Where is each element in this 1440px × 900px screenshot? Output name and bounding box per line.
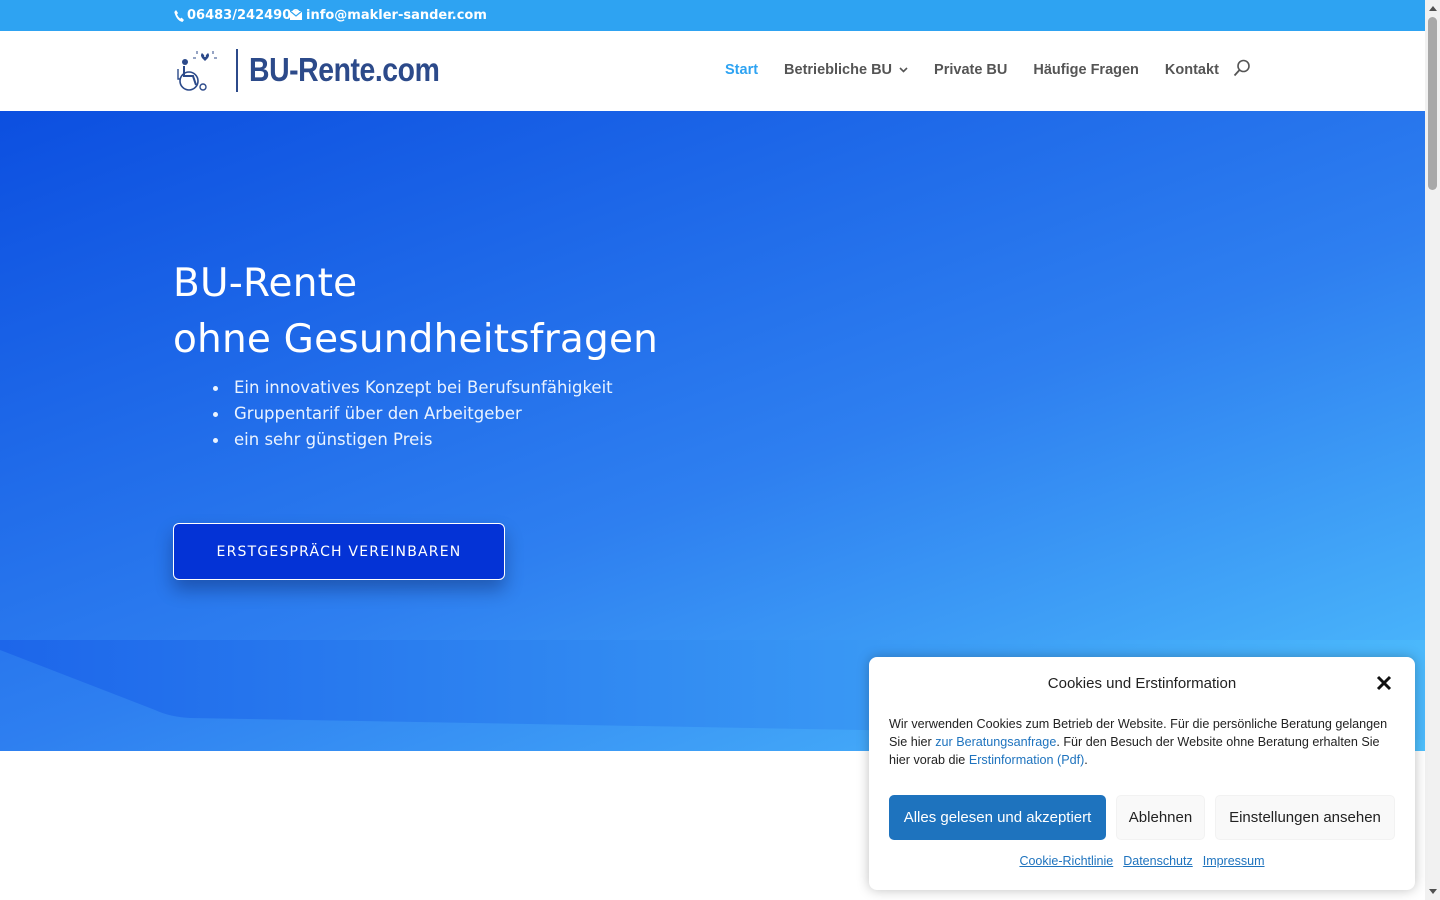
search-button[interactable] — [1233, 59, 1251, 81]
cta-button[interactable]: ERSTGESPRÄCH VEREINBAREN — [173, 523, 505, 580]
scroll-up-arrow-icon[interactable] — [1429, 6, 1437, 11]
phone-number: 06483/2424900 — [187, 8, 301, 23]
scrollbar-thumb[interactable] — [1428, 17, 1437, 190]
top-bar: 06483/2424900 info@makler-sander.com — [0, 0, 1425, 31]
close-button[interactable] — [1376, 675, 1392, 696]
phone-icon — [174, 9, 184, 22]
cookie-dialog-title: Cookies und Erstinformation — [1047, 675, 1237, 692]
hero-title: BU-Rente ohne Gesundheitsfragen — [173, 256, 658, 368]
wheelchair-heart-icon — [177, 51, 217, 91]
email-address: info@makler-sander.com — [306, 8, 487, 23]
nav-item-betriebliche-bu[interactable]: Betriebliche BU — [784, 62, 908, 78]
nav-item-label: Start — [725, 62, 759, 78]
scroll-down-arrow-icon[interactable] — [1429, 889, 1437, 894]
search-icon — [1233, 59, 1250, 77]
site-logo[interactable]: BU-Rente.com — [175, 49, 460, 93]
envelope-icon — [290, 11, 302, 20]
logo-divider — [236, 49, 238, 92]
nav-item-label: Kontakt — [1164, 62, 1219, 78]
email-link[interactable]: info@makler-sander.com — [290, 8, 487, 23]
cookie-consent-dialog: Cookies und Erstinformation Wir verwende… — [869, 657, 1415, 890]
hero-bullet: Ein innovatives Konzept bei Berufsunfähi… — [213, 375, 613, 401]
logo-wordmark: BU-Rente.com — [249, 51, 440, 88]
hero-title-line-2: ohne Gesundheitsfragen — [173, 317, 659, 362]
close-icon — [1376, 675, 1392, 691]
initial-information-pdf-link[interactable]: Erstinformation (Pdf) — [969, 753, 1084, 767]
nav-item-label: Betriebliche BU — [784, 62, 893, 78]
nav-item-label: Häufige Fragen — [1033, 62, 1139, 78]
imprint-link[interactable]: Impressum — [1203, 854, 1265, 868]
site-header: BU-Rente.com Start Betriebliche BU Priva… — [0, 31, 1425, 111]
nav-item-private-bu[interactable]: Private BU — [934, 62, 1007, 78]
page-scrollbar[interactable] — [1425, 0, 1440, 900]
phone-link[interactable]: 06483/2424900 — [174, 8, 300, 23]
consultation-request-link[interactable]: zur Beratungsanfrage — [935, 735, 1056, 749]
nav-item-haeufige-fragen[interactable]: Häufige Fragen — [1033, 62, 1139, 78]
hero-bullet-list: Ein innovatives Konzept bei Berufsunfähi… — [213, 375, 613, 453]
nav-item-label: Private BU — [934, 62, 1008, 78]
nav-item-kontakt[interactable]: Kontakt — [1165, 62, 1219, 78]
cookie-footer-links: Cookie-Richtlinie Datenschutz Impressum — [869, 854, 1415, 868]
nav-item-start[interactable]: Start — [725, 62, 758, 78]
deny-button[interactable]: Ablehnen — [1116, 795, 1205, 840]
cookie-text-part: . — [1084, 753, 1088, 767]
view-settings-button[interactable]: Einstellungen ansehen — [1215, 795, 1395, 840]
accept-all-button[interactable]: Alles gelesen und akzeptiert — [889, 795, 1106, 840]
hero-bullet: Gruppentarif über den Arbeitgeber — [213, 401, 613, 427]
hero-title-line-1: BU-Rente — [173, 261, 358, 306]
privacy-link[interactable]: Datenschutz — [1123, 854, 1192, 868]
cookie-policy-link[interactable]: Cookie-Richtlinie — [1019, 854, 1113, 868]
cookie-dialog-text: Wir verwenden Cookies zum Betrieb der We… — [889, 715, 1399, 769]
main-nav: Start Betriebliche BU Private BU Häufige… — [725, 59, 1250, 78]
hero-bullet: ein sehr günstigen Preis — [213, 427, 613, 453]
chevron-down-icon — [899, 67, 908, 73]
